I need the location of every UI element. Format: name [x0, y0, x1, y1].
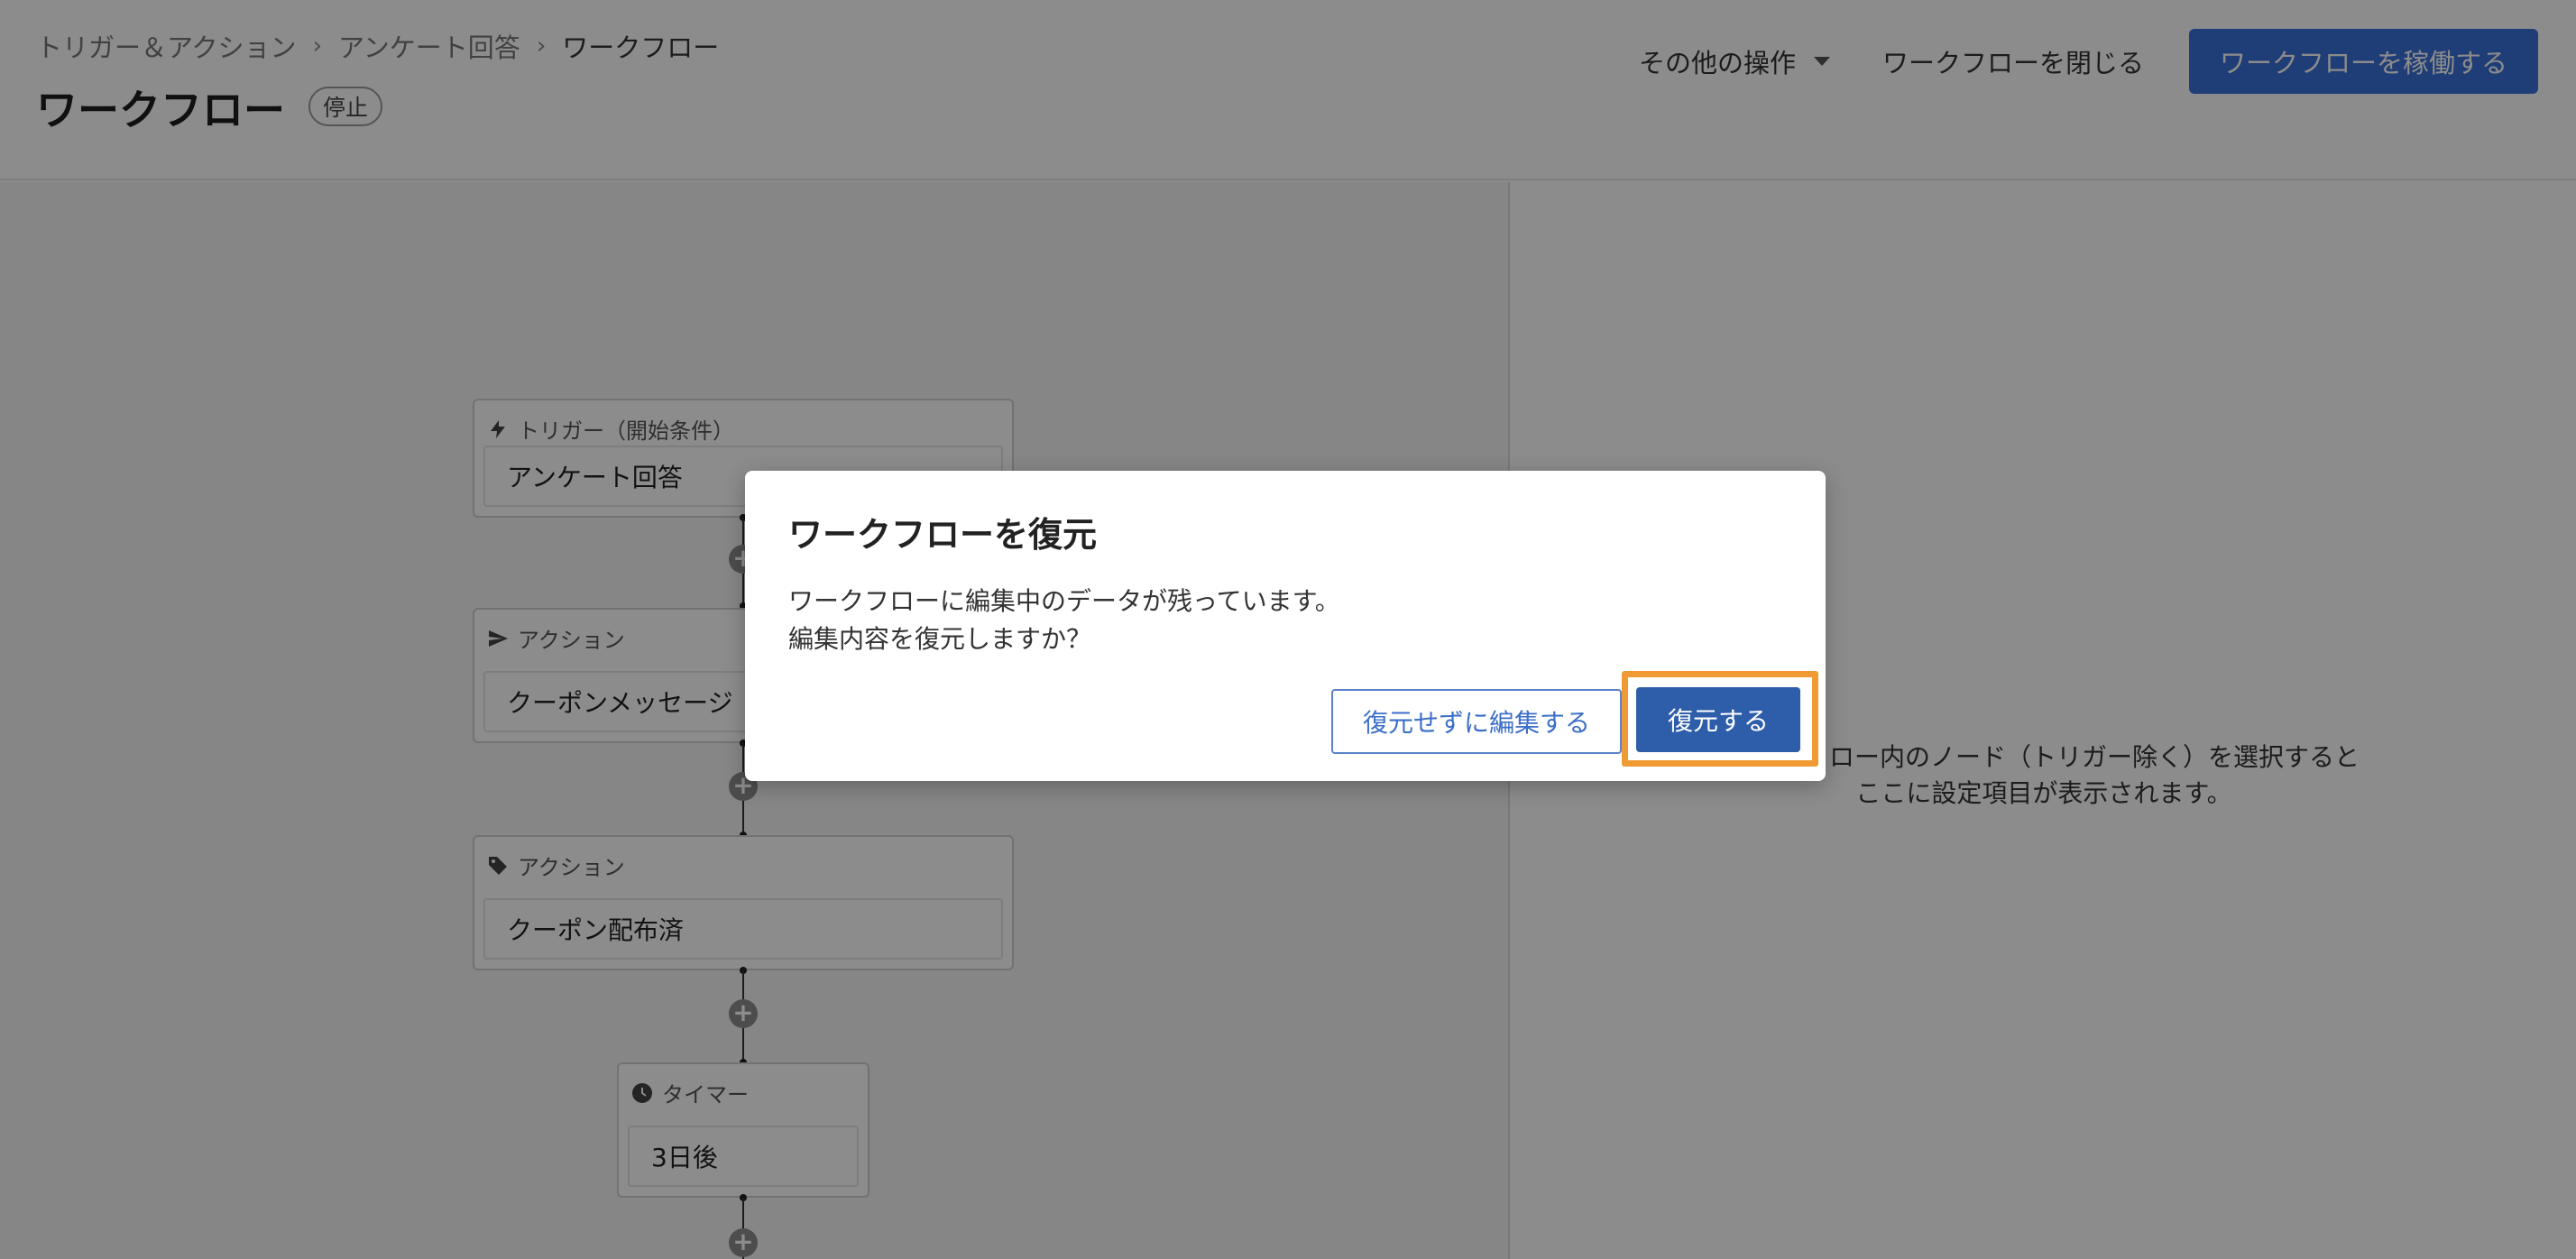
- edit-without-restore-button[interactable]: 復元せずに編集する: [1331, 689, 1622, 754]
- dialog-body-line-1: ワークフローに編集中のデータが残っています。: [788, 586, 1340, 616]
- dialog-title: ワークフローを復元: [788, 515, 1098, 555]
- dialog-body-line-2: 編集内容を復元しますか？: [788, 624, 1092, 654]
- dialog-body: ワークフローに編集中のデータが残っています。 編集内容を復元しますか？: [788, 583, 1340, 658]
- restore-button[interactable]: 復元する: [1636, 687, 1800, 752]
- restore-dialog: ワークフローを復元 ワークフローに編集中のデータが残っています。 編集内容を復元…: [745, 471, 1826, 781]
